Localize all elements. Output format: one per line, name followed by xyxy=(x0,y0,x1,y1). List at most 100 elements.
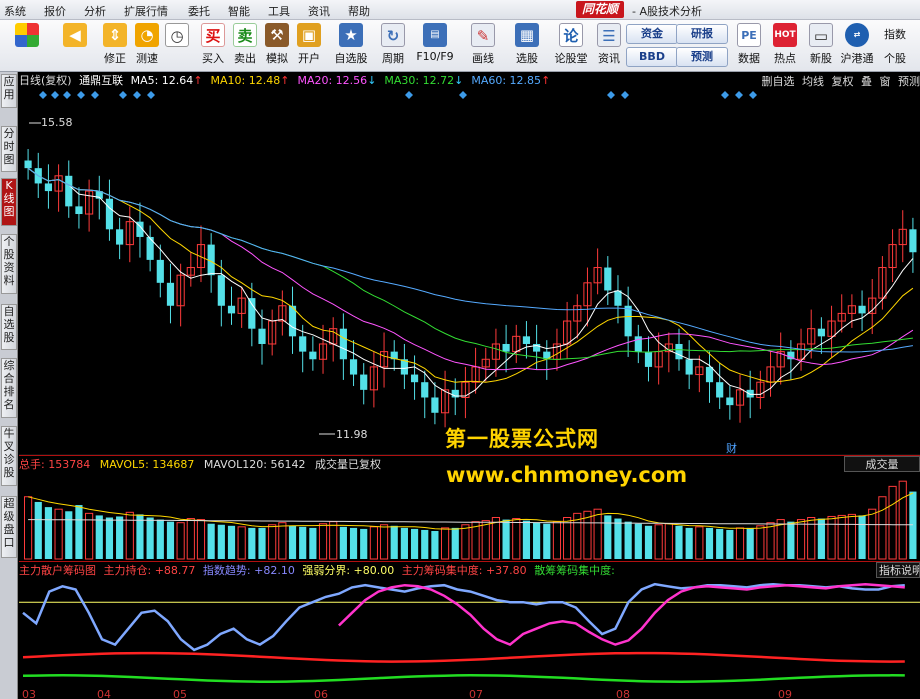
tab-super-order-book[interactable]: 超级盘口 xyxy=(1,496,17,558)
ma-toggle-button[interactable]: 均线 xyxy=(802,75,824,88)
candle-body xyxy=(421,382,429,398)
color-grid-button[interactable] xyxy=(12,23,42,47)
volume-bar xyxy=(675,525,683,559)
volume-bar xyxy=(207,523,215,559)
volume-bar xyxy=(95,515,103,559)
mavol5-value: MAVOL5: 134687 xyxy=(99,458,195,471)
candle-body xyxy=(299,336,307,352)
volume-bar xyxy=(65,511,73,559)
index-tab[interactable]: 指数 xyxy=(884,26,906,42)
menu-help[interactable]: 帮助 xyxy=(348,3,370,19)
candle-body xyxy=(116,229,124,245)
signal-diamond xyxy=(119,91,127,99)
tab-app[interactable]: 应用 xyxy=(1,74,17,108)
tab-intraday[interactable]: 分时图 xyxy=(1,126,17,172)
new-stock-button[interactable]: ▭ 新股 xyxy=(806,23,836,66)
sell-icon: 卖 xyxy=(233,23,257,47)
up-arrow-icon: ↑ xyxy=(280,74,290,87)
volume-bar xyxy=(735,527,745,560)
forecast-button[interactable]: 预测 xyxy=(676,47,728,67)
menu-quote[interactable]: 报价 xyxy=(44,3,66,19)
candle-body xyxy=(431,397,439,413)
volume-bar xyxy=(766,522,775,560)
candle-body xyxy=(909,229,917,253)
volume-panel-button[interactable]: 成交量 xyxy=(844,456,920,472)
watchlist-button[interactable]: ★ 自选股 xyxy=(335,23,368,66)
capital-button[interactable]: 资金 xyxy=(626,24,678,44)
volume-bar xyxy=(75,505,83,559)
forum-button[interactable]: 论 论股堂 xyxy=(555,23,588,66)
menu-tools[interactable]: 工具 xyxy=(268,3,290,19)
volume-bar xyxy=(156,519,164,559)
volume-bar xyxy=(268,524,277,560)
volume-bar xyxy=(868,508,877,560)
menu-system[interactable]: 系统 xyxy=(4,3,26,19)
stock-tab[interactable]: 个股 xyxy=(884,50,906,66)
open-account-button[interactable]: ▣ 开户 xyxy=(294,23,324,66)
candle-body xyxy=(217,275,225,306)
ma-value: MA30: 12.72↓ xyxy=(384,74,464,87)
month-label: 04 xyxy=(97,688,111,699)
volume-bar xyxy=(746,527,754,559)
volume-bar xyxy=(634,523,642,559)
period-button[interactable]: ↻ 周期 xyxy=(378,23,408,66)
sse-hkex-icon: ⇄ xyxy=(845,23,869,47)
overlay-button[interactable]: 叠 xyxy=(861,75,872,88)
volume-bar xyxy=(390,525,398,559)
price-low-marker: 11.98 xyxy=(336,428,368,441)
tab-watchlist[interactable]: 自选股 xyxy=(1,304,17,350)
hot-icon: HOT xyxy=(773,23,797,47)
volume-bar xyxy=(400,527,408,559)
retail-concentration-line xyxy=(22,674,905,683)
research-button[interactable]: 研报 xyxy=(676,24,728,44)
volume-bar xyxy=(379,524,389,560)
menu-extended-market[interactable]: 扩展行情 xyxy=(124,3,168,19)
window-button[interactable]: 窗 xyxy=(880,75,891,88)
data-button[interactable]: PE 数据 xyxy=(734,23,764,66)
volume-bar xyxy=(339,526,347,559)
watchlist-label: 自选股 xyxy=(334,52,368,65)
speed-test-button[interactable]: ◔ 测速 xyxy=(132,23,162,66)
signal-diamond xyxy=(405,91,413,99)
candle-body xyxy=(858,305,866,314)
tab-diagnosis[interactable]: 牛叉诊股 xyxy=(1,426,17,486)
news-button[interactable]: ☰ 资讯 xyxy=(594,23,624,66)
speed-icon: ◔ xyxy=(135,23,159,47)
remove-watchlist-button[interactable]: 删自选 xyxy=(762,75,795,88)
clock-button[interactable]: ◷ xyxy=(162,23,192,47)
indicator-help-button[interactable]: 指标说明 xyxy=(876,562,920,578)
adjust-toggle-button[interactable]: 复权 xyxy=(832,75,854,88)
back-button[interactable]: ◀ xyxy=(60,23,90,47)
news-icon: ☰ xyxy=(597,23,621,47)
tab-kline[interactable]: K线图 xyxy=(1,178,17,226)
ma-value: MA20: 12.56↓ xyxy=(297,74,377,87)
volume-bar xyxy=(522,520,531,559)
main-concentration-line xyxy=(22,651,905,663)
volume-bar xyxy=(299,526,307,559)
candle-body xyxy=(75,206,83,215)
menu-smart[interactable]: 智能 xyxy=(228,3,250,19)
tab-stock-profile[interactable]: 个股资料 xyxy=(1,234,17,294)
volume-bar xyxy=(421,529,429,559)
menu-info[interactable]: 资讯 xyxy=(308,3,330,19)
kline-chart[interactable] xyxy=(19,89,920,699)
draw-line-label: 画线 xyxy=(472,52,494,65)
hot-button[interactable]: HOT 热点 xyxy=(770,23,800,66)
volume-bar xyxy=(847,513,856,560)
bbd-button[interactable]: BBD xyxy=(626,47,678,67)
f10-button[interactable]: ▤ F10/F9 xyxy=(416,23,454,63)
menu-trade[interactable]: 委托 xyxy=(188,3,210,19)
menu-analysis[interactable]: 分析 xyxy=(84,3,106,19)
stock-select-button[interactable]: ▦ 选股 xyxy=(512,23,542,66)
sse-hkex-button[interactable]: ⇄ 沪港通 xyxy=(841,23,874,66)
stock-select-label: 选股 xyxy=(516,52,538,65)
signal-diamond xyxy=(749,91,757,99)
volume-bar xyxy=(54,508,63,560)
forecast-tool-button[interactable]: 预测 xyxy=(898,75,920,88)
candle-body xyxy=(705,366,714,383)
tab-ranking[interactable]: 综合排名 xyxy=(1,358,17,418)
draw-line-button[interactable]: ✎ 画线 xyxy=(468,23,498,66)
clock-icon: ◷ xyxy=(165,23,189,47)
toolbar: ◀ ⇕ 修正 ◔ 测速 ◷ 买 买入 卖 卖出 ⚒ 模拟 ▣ 开户 ★ 自选股 … xyxy=(0,20,920,72)
period-label: 周期 xyxy=(382,52,404,65)
